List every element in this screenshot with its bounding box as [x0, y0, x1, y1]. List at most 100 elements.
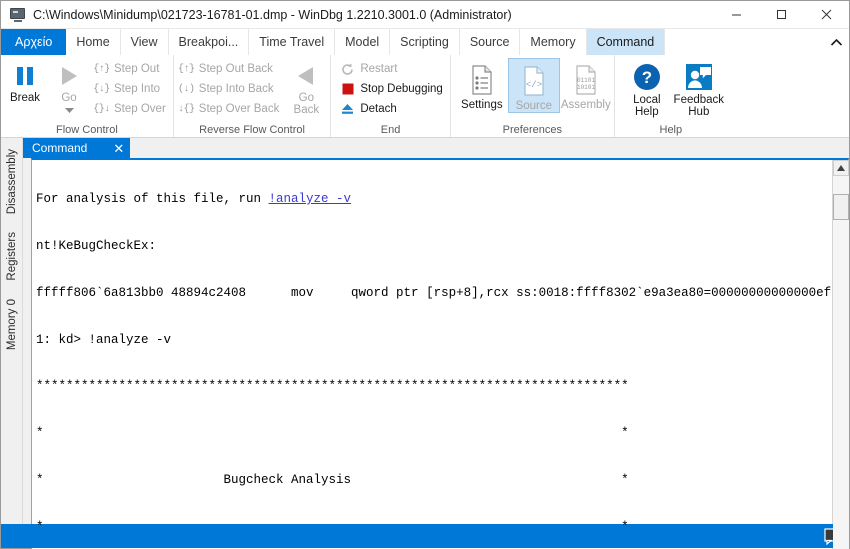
step-out-back-button[interactable]: {↑} Step Out Back — [176, 59, 285, 79]
restart-label: Restart — [360, 63, 398, 75]
flow-step-buttons: {↑} Step Out {↓} Step Into {}↓ Step Over — [91, 58, 171, 119]
tab-time-travel[interactable]: Time Travel — [249, 29, 336, 55]
end-buttons: Restart Stop Debugging Detach — [333, 58, 447, 119]
console-line: nt!KeBugCheckEx: — [36, 238, 157, 253]
ribbon-group-help: ? Local Help Feedback Hub Help — [615, 55, 727, 137]
step-out-back-icon: {↑} — [178, 63, 195, 75]
break-label: Break — [9, 92, 41, 104]
go-label: Go — [61, 92, 77, 104]
step-over-button[interactable]: {}↓ Step Over — [91, 99, 171, 119]
assembly-button[interactable]: 01101 10101 Assembly — [560, 58, 612, 111]
console-line: 1: kd> !analyze -v — [36, 332, 172, 347]
console-line: * * — [36, 426, 629, 441]
feedback-hub-label: Feedback — [673, 94, 725, 106]
ribbon-group-flow-control: Break Go {↑} Step Out {↓} Step Into {}↓ … — [1, 55, 174, 137]
feedback-hub-icon — [684, 60, 714, 94]
step-out-icon: {↑} — [93, 63, 110, 75]
svg-text:10101: 10101 — [577, 84, 595, 91]
tab-breakpoints[interactable]: Breakpoi... — [169, 29, 250, 55]
stop-debugging-button[interactable]: Stop Debugging — [337, 79, 447, 99]
svg-text:</>: </> — [526, 80, 542, 90]
step-out-label: Step Out — [114, 63, 160, 75]
go-button[interactable]: Go — [47, 58, 91, 116]
scroll-track[interactable] — [832, 176, 849, 549]
windbg-icon — [10, 7, 26, 22]
chevron-down-icon[interactable] — [64, 104, 74, 116]
detach-button[interactable]: Detach — [337, 99, 447, 119]
assembly-binary-icon: 01101 10101 — [573, 61, 599, 99]
step-over-back-button[interactable]: ↓{} Step Over Back — [176, 99, 285, 119]
step-into-button[interactable]: {↓} Step Into — [91, 79, 171, 99]
console-vertical-scrollbar[interactable] — [832, 160, 849, 549]
window-title: C:\Windows\Minidump\021723-16781-01.dmp … — [33, 7, 512, 22]
maximize-button[interactable] — [759, 1, 804, 29]
group-label-preferences: Preferences — [502, 124, 562, 136]
settings-doc-icon — [469, 61, 495, 99]
close-icon[interactable]: ✕ — [113, 142, 124, 155]
step-over-label: Step Over — [114, 103, 166, 115]
step-out-back-label: Step Out Back — [198, 63, 273, 75]
dock-right-area: Command ✕ For analysis of this file, run… — [23, 138, 849, 549]
ribbon-group-end: Restart Stop Debugging Detach End — [331, 55, 451, 137]
break-button[interactable]: Break — [3, 58, 47, 104]
restart-button[interactable]: Restart — [337, 59, 447, 79]
assembly-label: Assembly — [560, 99, 611, 111]
scroll-up-button[interactable] — [832, 160, 849, 176]
restart-icon — [339, 61, 356, 77]
ribbon-group-reverse-flow-control: {↑} Step Out Back (↓) Step Into Back ↓{}… — [174, 55, 332, 137]
chevron-up-icon[interactable] — [823, 29, 849, 55]
pause-icon — [15, 60, 35, 92]
close-button[interactable] — [804, 1, 849, 29]
play-icon — [58, 60, 80, 92]
group-label-end: End — [380, 124, 401, 136]
stop-square-icon — [339, 81, 356, 97]
tab-memory[interactable]: Memory — [520, 29, 587, 55]
console-line: * * — [36, 519, 629, 534]
dock-item-disassembly[interactable]: Disassembly — [2, 144, 21, 220]
tab-home[interactable]: Home — [66, 29, 121, 55]
feedback-hub-button[interactable]: Feedback Hub — [673, 58, 725, 118]
settings-button[interactable]: Settings — [456, 58, 508, 111]
ribbon-group-preferences: Settings </> Source 01101 10101 Assembly… — [451, 55, 615, 137]
left-vertical-dock: Disassembly Registers Memory 0 — [1, 138, 23, 524]
command-window-tab-label: Command — [32, 141, 88, 155]
console-line-text: For analysis of this file, run — [36, 192, 269, 207]
tab-source[interactable]: Source — [460, 29, 521, 55]
tab-view[interactable]: View — [121, 29, 169, 55]
source-preference-button[interactable]: </> Source — [507, 58, 560, 113]
command-window-body: For analysis of this file, run !analyze … — [31, 158, 849, 549]
step-out-button[interactable]: {↑} Step Out — [91, 59, 171, 79]
local-help-label2: Help — [634, 106, 659, 118]
detach-label: Detach — [360, 103, 397, 115]
stop-debugging-label: Stop Debugging — [360, 83, 443, 95]
step-into-back-button[interactable]: (↓) Step Into Back — [176, 79, 285, 99]
command-window-tab[interactable]: Command ✕ — [23, 138, 131, 158]
console-line: ****************************************… — [36, 379, 629, 394]
analyze-command-link[interactable]: !analyze -v — [269, 192, 352, 206]
minimize-button[interactable] — [714, 1, 759, 29]
step-into-back-label: Step Into Back — [198, 83, 274, 95]
window-controls — [714, 1, 849, 29]
tab-scripting[interactable]: Scripting — [390, 29, 460, 55]
group-label-flow-control: Flow Control — [56, 124, 118, 136]
console-output[interactable]: For analysis of this file, run !analyze … — [32, 160, 832, 549]
scroll-thumb[interactable] — [832, 194, 849, 220]
go-back-label: Go — [298, 92, 314, 104]
title-bar: C:\Windows\Minidump\021723-16781-01.dmp … — [1, 1, 849, 29]
ribbon-body: Break Go {↑} Step Out {↓} Step Into {}↓ … — [1, 55, 849, 138]
ribbon-tab-strip: Αρχείο Home View Breakpoi... Time Travel… — [1, 29, 849, 55]
step-into-icon: {↓} — [93, 83, 110, 95]
tab-file[interactable]: Αρχείο — [1, 29, 67, 55]
dock-item-memory[interactable]: Memory 0 — [2, 293, 21, 355]
play-back-icon — [295, 60, 317, 92]
go-back-label2: Back — [293, 104, 320, 116]
tab-command[interactable]: Command — [586, 29, 666, 55]
feedback-hub-label2: Hub — [688, 106, 710, 118]
dock-item-registers[interactable]: Registers — [2, 227, 21, 286]
tab-model[interactable]: Model — [335, 29, 391, 55]
go-back-button[interactable]: Go Back — [284, 58, 328, 116]
console-line: fffff806`6a813bb0 48894c2408 mov qword p… — [36, 285, 832, 300]
local-help-button[interactable]: ? Local Help — [621, 58, 673, 118]
step-over-back-icon: ↓{} — [178, 103, 195, 115]
step-over-back-label: Step Over Back — [198, 103, 280, 115]
